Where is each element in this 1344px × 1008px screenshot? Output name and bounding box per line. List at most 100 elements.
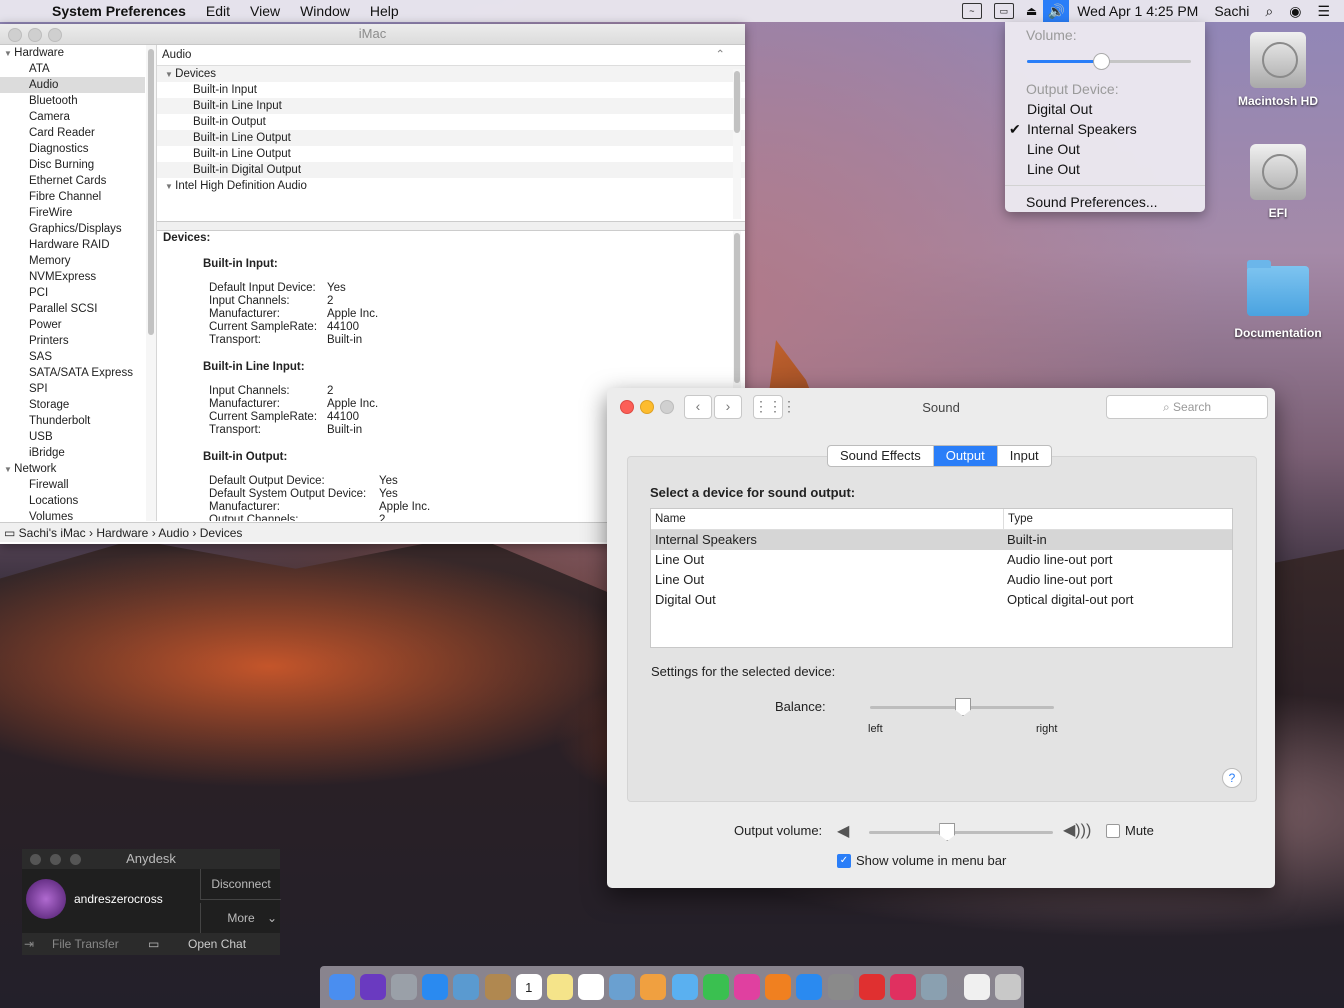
sidebar-item-nvmexpress[interactable]: NVMExpress [0, 269, 145, 285]
sort-chevron-icon[interactable]: ⌃ [715, 45, 725, 65]
sidebar-item-parallel-scsi[interactable]: Parallel SCSI [0, 301, 145, 317]
sidebar-item-usb[interactable]: USB [0, 429, 145, 445]
volume-menu-icon[interactable]: 🔊 [1043, 0, 1070, 22]
notification-center-icon[interactable]: ☰ [1317, 3, 1330, 20]
sidebar-item-locations[interactable]: Locations [0, 493, 145, 509]
calendar-icon[interactable]: 1 [515, 974, 542, 1000]
menu-view[interactable]: View [250, 3, 280, 19]
system-preferences-icon[interactable] [827, 974, 854, 1000]
column-header-type[interactable]: Type [1003, 509, 1033, 529]
tree-row[interactable]: Built-in Line Input [157, 98, 745, 114]
menu-help[interactable]: Help [370, 3, 399, 19]
open-chat-button[interactable]: Open Chat [188, 937, 246, 951]
anydesk-alt-icon[interactable] [889, 974, 916, 1000]
desktop-icon-macintosh-hd[interactable]: Macintosh HD [1223, 32, 1333, 108]
tree-header[interactable]: Audio ⌃ [157, 45, 745, 66]
tree-row[interactable]: Built-in Line Output [157, 146, 745, 162]
scrollbar-thumb[interactable] [734, 233, 740, 383]
sidebar-item-card-reader[interactable]: Card Reader [0, 125, 145, 141]
display-mirroring-icon[interactable]: ▭ [993, 3, 1014, 19]
sidebar-item-volumes[interactable]: Volumes [0, 509, 145, 521]
siri-icon[interactable]: ◉ [1289, 3, 1301, 20]
slider-knob[interactable] [939, 823, 956, 841]
tree-row[interactable]: Built-in Line Output [157, 130, 745, 146]
minimize-button[interactable] [28, 28, 42, 42]
tab-input[interactable]: Input [998, 446, 1051, 466]
close-button[interactable] [30, 854, 41, 865]
path-item-audio[interactable]: Audio [158, 526, 189, 540]
chat-bubble-icon[interactable]: ▭ [148, 937, 188, 951]
sidebar-item-audio[interactable]: Audio [0, 77, 145, 93]
more-button[interactable]: More ⌄ [200, 903, 281, 933]
sidebar-item-ata[interactable]: ATA [0, 61, 145, 77]
sidebar-item-ibridge[interactable]: iBridge [0, 445, 145, 461]
itunes-icon[interactable] [734, 974, 761, 1000]
sidebar-item-diagnostics[interactable]: Diagnostics [0, 141, 145, 157]
menu-edit[interactable]: Edit [206, 3, 230, 19]
desktop-icon-efi[interactable]: EFI [1223, 144, 1333, 220]
sound-preferences-item[interactable]: Sound Preferences... [1005, 192, 1205, 212]
sidebar-item-disc-burning[interactable]: Disc Burning [0, 157, 145, 173]
volume-slider[interactable] [1027, 49, 1191, 73]
disclosure-triangle-icon[interactable]: ▼ [4, 49, 14, 58]
tree-group[interactable]: ▼ Devices [157, 66, 745, 82]
sysinfo-titlebar[interactable]: iMac [0, 24, 745, 45]
scrollbar-thumb[interactable] [734, 71, 740, 133]
messages-icon[interactable] [671, 974, 698, 1000]
sidebar-item-firewall[interactable]: Firewall [0, 477, 145, 493]
file-transfer-icon[interactable]: ⇥ [24, 937, 52, 951]
sidebar-item-firewire[interactable]: FireWire [0, 205, 145, 221]
sidebar-group-network[interactable]: ▼ Network [0, 461, 145, 477]
anydesk-titlebar[interactable]: Anydesk [22, 849, 280, 869]
slider-knob[interactable] [955, 698, 971, 716]
sidebar-item-thunderbolt[interactable]: Thunderbolt [0, 413, 145, 429]
mute-checkbox[interactable]: Mute [1106, 823, 1154, 838]
photos-browser-icon[interactable] [609, 974, 636, 1000]
file-transfer-button[interactable]: File Transfer [52, 937, 148, 951]
sidebar-item-hardware-raid[interactable]: Hardware RAID [0, 237, 145, 253]
sidebar-item-storage[interactable]: Storage [0, 397, 145, 413]
reminders-icon[interactable] [578, 974, 605, 1000]
tree-scrollbar[interactable] [733, 69, 741, 219]
minimize-button[interactable] [50, 854, 61, 865]
table-row[interactable]: Line Out Audio line-out port [651, 550, 1232, 570]
disclosure-triangle-icon[interactable]: ▼ [165, 182, 175, 191]
activity-monitor-icon[interactable]: ~ [961, 3, 982, 19]
disconnect-button[interactable]: Disconnect [200, 869, 281, 900]
sidebar-item-pci[interactable]: PCI [0, 285, 145, 301]
output-device-item[interactable]: ✔ Internal Speakers [1005, 119, 1205, 139]
disclosure-triangle-icon[interactable]: ▼ [4, 465, 14, 474]
output-volume-slider[interactable] [869, 822, 1053, 842]
path-item-hardware[interactable]: Hardware [96, 526, 148, 540]
zoom-button[interactable] [70, 854, 81, 865]
facetime-icon[interactable] [702, 974, 729, 1000]
table-row[interactable]: Internal Speakers Built-in [651, 530, 1232, 550]
utility-icon[interactable] [921, 974, 948, 1000]
tab-sound-effects[interactable]: Sound Effects [828, 446, 934, 466]
tree-group[interactable]: ▼ Intel High Definition Audio [157, 178, 745, 194]
show-volume-checkbox[interactable]: ✓ Show volume in menu bar [837, 853, 1006, 868]
sidebar-item-sata-sata-express[interactable]: SATA/SATA Express [0, 365, 145, 381]
anydesk-icon[interactable] [858, 974, 885, 1000]
siri-icon[interactable] [359, 974, 386, 1000]
ibooks-icon[interactable] [765, 974, 792, 1000]
balance-slider[interactable] [870, 697, 1054, 717]
search-input[interactable]: ⌕ Search [1106, 395, 1268, 419]
scrollbar-thumb[interactable] [148, 49, 154, 335]
sound-titlebar[interactable]: ‹ › ⋮⋮⋮ Sound ⌕ Search [607, 388, 1275, 426]
sidebar-item-spi[interactable]: SPI [0, 381, 145, 397]
app-store-icon[interactable] [796, 974, 823, 1000]
tree-row[interactable]: Built-in Digital Output [157, 162, 745, 178]
photos-icon[interactable] [640, 974, 667, 1000]
document-icon[interactable] [963, 974, 990, 1000]
launchpad-icon[interactable] [390, 974, 417, 1000]
sidebar-group-hardware[interactable]: ▼ Hardware [0, 45, 145, 61]
menu-clock[interactable]: Wed Apr 1 4:25 PM [1077, 3, 1198, 19]
output-device-item[interactable]: Line Out [1005, 139, 1205, 159]
checkbox-box[interactable]: ✓ [837, 853, 851, 868]
menu-app-name[interactable]: System Preferences [52, 3, 186, 19]
menu-user[interactable]: Sachi [1214, 3, 1249, 19]
zoom-button[interactable] [48, 28, 62, 42]
sidebar-item-ethernet-cards[interactable]: Ethernet Cards [0, 173, 145, 189]
trash-icon[interactable] [994, 974, 1021, 1000]
